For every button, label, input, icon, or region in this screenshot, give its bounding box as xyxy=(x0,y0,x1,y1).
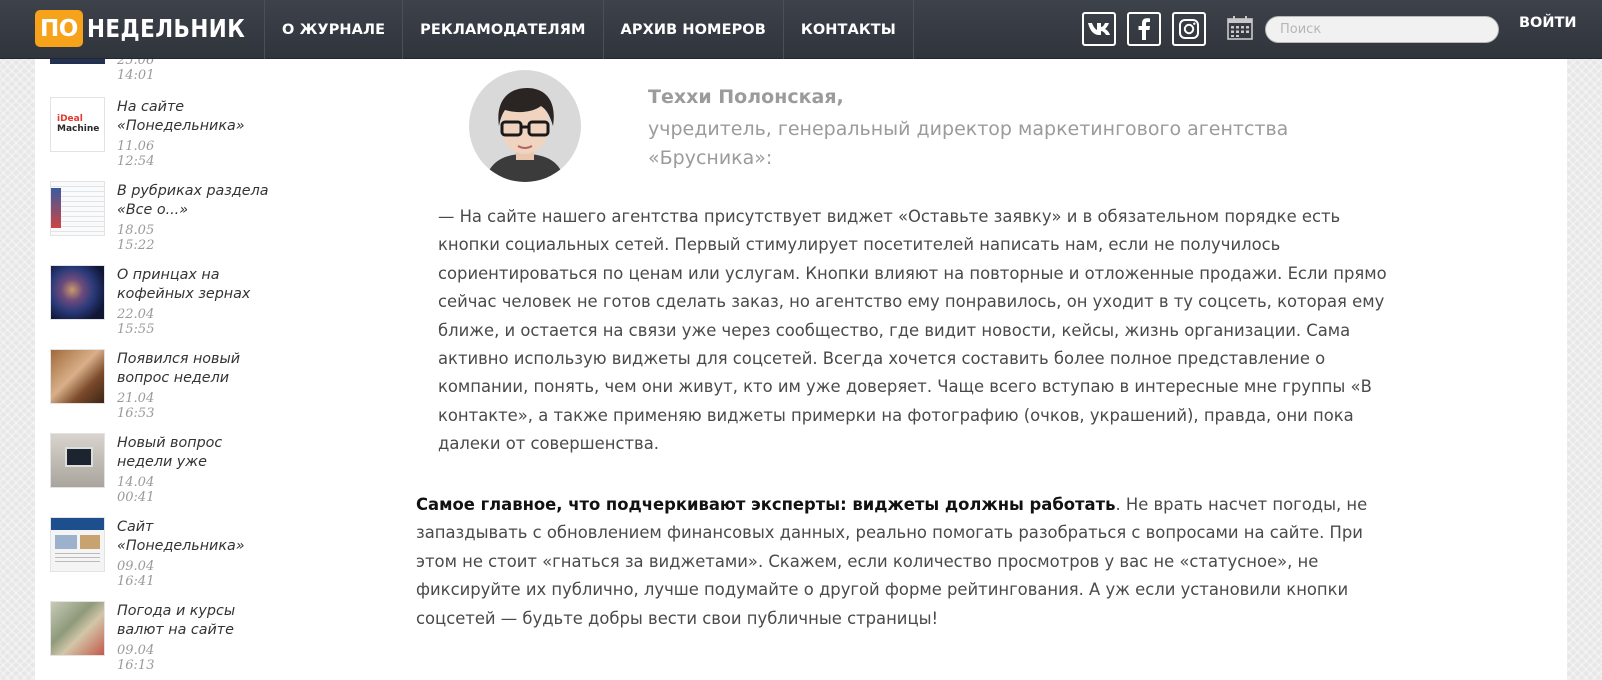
expert-quote: — На сайте нашего агентства присутствует… xyxy=(438,207,1387,454)
expert-avatar xyxy=(469,70,581,182)
news-thumbnail xyxy=(50,181,105,236)
news-thumbnail xyxy=(50,433,105,488)
news-title[interactable]: Появился новый вопрос недели xyxy=(117,350,277,388)
expert-role: учредитель, генеральный директор маркети… xyxy=(648,118,1289,169)
calendar-icon[interactable] xyxy=(1227,16,1253,40)
login-button[interactable]: ВОЙТИ xyxy=(1519,15,1577,31)
paragraph-emphasis: Самое главное, что подчеркивают эксперты… xyxy=(416,495,1116,514)
nav-archive[interactable]: АРХИВ НОМЕРОВ xyxy=(602,0,783,59)
news-date: 18.05 15:22 xyxy=(117,223,155,253)
news-title[interactable]: Погода и курсы валют на сайте xyxy=(117,602,277,640)
vk-icon[interactable] xyxy=(1082,12,1116,46)
nav-advertisers[interactable]: РЕКЛАМОДАТЕЛЯМ xyxy=(402,0,602,59)
thumb-text-ideal: iDeal xyxy=(57,114,83,124)
news-thumbnail xyxy=(50,601,105,656)
news-title[interactable]: Сайт «Понедельника» xyxy=(117,518,277,556)
logo-text: НЕДЕЛЬНИК xyxy=(86,14,246,43)
paragraph-text: . Не врать насчет погоды, не запаздывать… xyxy=(416,495,1368,628)
expert-name: Теххи Полонская, xyxy=(648,86,844,108)
article-paragraph: Самое главное, что подчеркивают эксперты… xyxy=(416,491,1406,633)
news-thumbnail xyxy=(50,349,105,404)
site-header: ПО НЕДЕЛЬНИК О ЖУРНАЛЕ РЕКЛАМОДАТЕЛЯМ АР… xyxy=(0,0,1602,59)
nav-about[interactable]: О ЖУРНАЛЕ xyxy=(264,0,402,59)
site-logo[interactable]: ПО НЕДЕЛЬНИК xyxy=(35,10,271,47)
news-date: 09.04 16:13 xyxy=(117,643,155,673)
news-thumbnail xyxy=(50,59,105,64)
instagram-icon[interactable] xyxy=(1172,12,1206,46)
news-thumbnail xyxy=(50,265,105,320)
thumb-text-machine: Machine xyxy=(57,124,100,134)
news-thumbnail: iDeal Machine xyxy=(50,97,105,152)
content-area: 25.06 14:01 iDeal Machine На сайте «Поне… xyxy=(35,59,1567,680)
nav-contacts[interactable]: КОНТАКТЫ xyxy=(782,0,914,59)
news-title[interactable]: В рубриках раздела «Все о...» xyxy=(117,182,277,220)
news-date: 11.06 12:54 xyxy=(117,139,155,169)
main-nav: О ЖУРНАЛЕ РЕКЛАМОДАТЕЛЯМ АРХИВ НОМЕРОВ К… xyxy=(264,0,914,59)
news-date: 09.04 16:41 xyxy=(117,559,155,589)
news-date: 21.04 16:53 xyxy=(117,391,155,421)
logo-highlight: ПО xyxy=(35,10,83,47)
news-date: 22.04 15:55 xyxy=(117,307,155,337)
news-thumbnail xyxy=(50,517,105,572)
news-title[interactable]: О принцах на кофейных зернах xyxy=(117,266,277,304)
search-input[interactable] xyxy=(1265,16,1499,43)
facebook-icon[interactable] xyxy=(1127,12,1161,46)
news-date: 25.06 14:01 xyxy=(117,59,155,83)
news-title[interactable]: Новый вопрос недели уже xyxy=(117,434,277,472)
news-title[interactable]: На сайте «Понедельника» xyxy=(117,98,277,136)
news-date: 14.04 00:41 xyxy=(117,475,155,505)
